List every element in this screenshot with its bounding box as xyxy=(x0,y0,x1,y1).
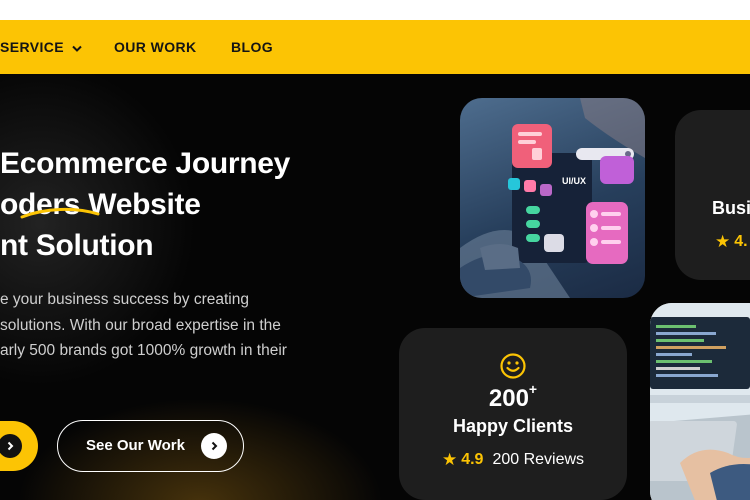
hero-section: Ecommerce Journey oders Website nt Solut… xyxy=(0,74,750,500)
headline-line: nt Solution xyxy=(0,229,154,262)
ui-ux-illustration-card: UI/UX xyxy=(460,98,645,298)
nav-item-blog[interactable]: BLOG xyxy=(231,20,273,74)
main-nav: SERVICE OUR WORK BLOG xyxy=(0,20,750,74)
nav-item-label: BLOG xyxy=(231,39,274,55)
button-label: See Our Work xyxy=(86,437,185,454)
nav-item-our-work[interactable]: OUR WORK xyxy=(114,20,197,74)
stat-label: Busi xyxy=(712,198,750,218)
description-line: e your business success by creating xyxy=(0,291,249,308)
clients-rating: ★ 4.9 200 Reviews xyxy=(399,450,627,470)
hero-description: e your business success by creating solu… xyxy=(0,287,330,364)
description-line: solutions. With our broad expertise in t… xyxy=(0,316,281,334)
clients-number: 200 xyxy=(488,385,529,412)
see-our-work-button[interactable]: See Our Work xyxy=(57,420,244,472)
coding-photo xyxy=(650,303,750,500)
headline-line: Ecommerce Journey xyxy=(0,147,291,180)
partial-stat-card: Busi ★ 4. xyxy=(675,110,750,280)
nav-item-service[interactable]: SERVICE xyxy=(0,20,82,74)
description-line: arly 500 brands got 1000% growth in thei… xyxy=(0,342,287,359)
chevron-right-icon xyxy=(201,433,227,459)
top-strip xyxy=(0,0,750,20)
primary-cta-button[interactable] xyxy=(0,421,38,471)
review-count: 200 Reviews xyxy=(492,451,585,468)
nav-item-label: OUR WORK xyxy=(114,39,197,55)
star-icon: ★ xyxy=(441,450,458,469)
chevron-down-icon xyxy=(72,39,82,55)
smiley-icon xyxy=(500,353,526,379)
coding-photo-card xyxy=(650,303,750,500)
svg-text:UI/UX: UI/UX xyxy=(562,176,586,186)
rating-value: 4.9 xyxy=(461,451,484,468)
nav-item-label: SERVICE xyxy=(0,39,65,55)
chevron-right-icon xyxy=(0,434,22,458)
clients-suffix: + xyxy=(528,381,538,397)
ui-ux-illustration: UI/UX xyxy=(460,98,645,298)
clients-count: 200+ xyxy=(399,381,627,413)
stat-rating: ★ 4. xyxy=(715,232,750,252)
underline-swoosh xyxy=(20,207,100,219)
clients-label: Happy Clients xyxy=(452,416,574,436)
rating-value: 4. xyxy=(734,233,748,250)
star-icon: ★ xyxy=(715,232,731,251)
happy-clients-card: 200+ Happy Clients ★ 4.9 200 Reviews xyxy=(399,328,627,500)
